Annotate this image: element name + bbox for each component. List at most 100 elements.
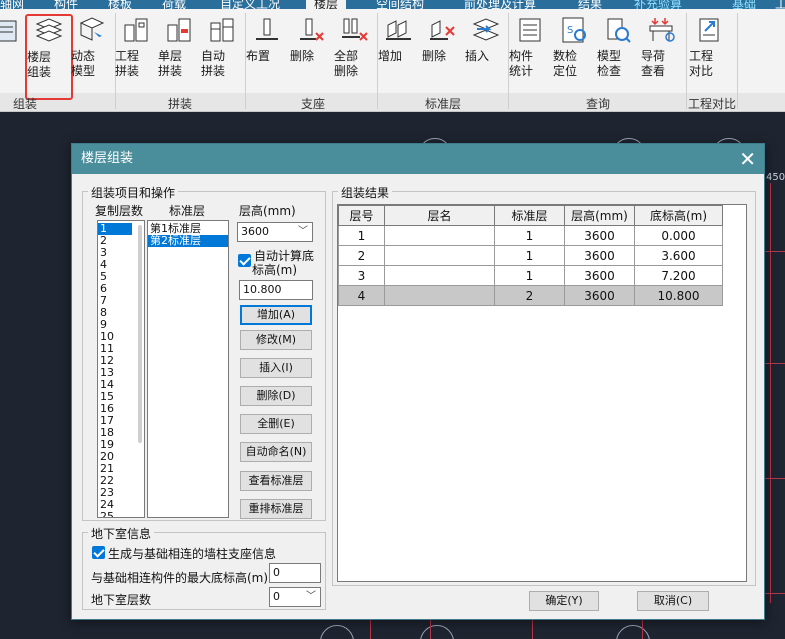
add-std-floor-button[interactable]: 增加 — [378, 15, 420, 95]
dynamic-model-icon — [79, 17, 105, 41]
delete-all-support-button[interactable]: 全部 删除 — [334, 15, 376, 95]
gen-support-label: 生成与基础相连的墙柱支座信息 — [108, 547, 277, 561]
delete-support-icon — [300, 18, 324, 41]
modify-button[interactable]: 修改(M) — [240, 330, 312, 350]
col-elevation[interactable]: 底标高(m) — [634, 205, 723, 226]
project-assemble-button[interactable]: 工程 拼装 — [115, 15, 157, 95]
floor-assembly-button[interactable]: 楼层 组装 — [25, 14, 73, 100]
cell-std[interactable]: 2 — [494, 285, 565, 306]
cell-elevation[interactable]: 10.800 — [634, 285, 723, 306]
menu-tab-preprocess[interactable]: 前处理及计算 — [464, 0, 536, 9]
menu-tab-supplement-check[interactable]: 补充验算 — [634, 0, 682, 9]
component-stats-button[interactable]: 构件 统计 — [509, 15, 551, 95]
result-table[interactable]: 层号 层名 标准层 层高(mm) 底标高(m) 1 1 3600 0.000 2 1 360… — [337, 204, 747, 582]
gen-support-checkbox[interactable] — [92, 546, 105, 559]
menu-tab-custom-case[interactable]: 自定义工况 — [220, 0, 280, 9]
menu-tab-more[interactable]: 工 — [775, 0, 785, 9]
menu-tab-components[interactable]: 构件 — [54, 0, 78, 9]
copy-count-list[interactable]: 1 2 3 4 5 6 7 8 9 10 11 12 13 14 15 16 17 18 19 20 21 22 23 24 2… — [97, 220, 145, 518]
basement-legend: 地下室信息 — [88, 525, 155, 542]
dynamic-model-button[interactable]: 动态 模型 — [71, 15, 113, 95]
table-row[interactable]: 3 1 3600 7.200 — [338, 265, 723, 286]
cell-height[interactable]: 3600 — [564, 245, 635, 266]
load-transfer-view-icon — [649, 18, 675, 42]
cell-name[interactable] — [384, 245, 495, 266]
group-label-project-compare: 工程对比 — [687, 97, 736, 111]
auto-name-button[interactable]: 自动命名(N) — [240, 442, 312, 462]
ops-group: 组装项目和操作 复制层数 1 2 3 4 5 6 7 8 9 10 11 12 13 14 15 16 17 18… — [82, 184, 326, 521]
auto-assemble-button[interactable]: 自动 拼装 — [201, 15, 243, 95]
cell-name[interactable] — [384, 285, 495, 306]
add-button[interactable]: 增加(A) — [240, 305, 312, 325]
place-support-icon — [256, 18, 278, 40]
cell-std[interactable]: 1 — [494, 225, 565, 246]
cell-name[interactable] — [384, 265, 495, 286]
group-label-assembly: 组装 — [12, 97, 37, 111]
cell-std[interactable]: 1 — [494, 265, 565, 286]
menu-tab-results[interactable]: 结果 — [578, 0, 602, 9]
reorder-std-floor-button[interactable]: 重排标准层 — [240, 499, 312, 519]
menu-tab-space-structure[interactable]: 空间结构 — [376, 0, 424, 9]
cell-height[interactable]: 3600 — [564, 265, 635, 286]
col-floor[interactable]: 层号 — [338, 205, 385, 226]
copy-count-label: 复制层数 — [95, 204, 144, 218]
menu-tab-foundation[interactable]: 基础 — [732, 0, 756, 9]
menu-tab-slab[interactable]: 楼板 — [108, 0, 132, 9]
model-check-button[interactable]: 模型 检查 — [597, 15, 639, 95]
cell-floor[interactable]: 4 — [338, 285, 385, 306]
cell-elevation[interactable]: 7.200 — [634, 265, 723, 286]
col-std[interactable]: 标准层 — [494, 205, 565, 226]
cell-height[interactable]: 3600 — [564, 225, 635, 246]
list-item[interactable]: 25 — [98, 511, 132, 518]
elevation-input[interactable]: 10.800 — [239, 280, 313, 300]
menu-tab-axis[interactable]: 轴网 — [0, 0, 24, 9]
std-floor-list[interactable]: 第1标准层 第2标准层 — [147, 220, 229, 518]
delete-all-button[interactable]: 全删(E) — [240, 414, 312, 434]
table-header-row: 层号 层名 标准层 层高(mm) 底标高(m) — [338, 205, 723, 226]
menu-tab-floor[interactable]: 楼层 — [306, 0, 347, 9]
single-floor-assemble-button[interactable]: 单层 拼装 — [158, 15, 200, 95]
col-name[interactable]: 层名 — [384, 205, 495, 226]
axis-dimension-text: 4500 — [766, 172, 785, 183]
cell-floor[interactable]: 2 — [338, 245, 385, 266]
delete-button[interactable]: 删除(D) — [240, 386, 312, 406]
add-std-floor-icon — [386, 20, 411, 40]
auto-calc-checkbox[interactable] — [238, 254, 251, 267]
close-icon[interactable]: ✕ — [739, 144, 756, 174]
place-support-button[interactable]: 布置 — [246, 15, 288, 95]
group-label-assemble: 拼装 — [167, 97, 192, 111]
floor-info-button[interactable]: 楼 息 — [0, 15, 28, 95]
table-row[interactable]: 4 2 3600 10.800 — [338, 285, 723, 306]
project-compare-button[interactable]: 工程 对比 — [689, 15, 731, 95]
cell-floor[interactable]: 1 — [338, 225, 385, 246]
table-row[interactable]: 2 1 3600 3.600 — [338, 245, 723, 266]
delete-support-button[interactable]: 删除 — [290, 15, 332, 95]
model-check-icon — [607, 18, 631, 43]
insert-std-floor-button[interactable]: 插入 — [465, 15, 507, 95]
cell-elevation[interactable]: 0.000 — [634, 225, 723, 246]
menu-tab-loads[interactable]: 荷载 — [162, 0, 186, 9]
delete-std-floor-button[interactable]: 删除 — [422, 15, 464, 95]
load-transfer-view-button[interactable]: 导荷 查看 — [641, 15, 683, 95]
scrollbar[interactable] — [138, 225, 142, 443]
col-height[interactable]: 层高(mm) — [564, 205, 635, 226]
cell-name[interactable] — [384, 225, 495, 246]
basement-count-select[interactable]: 0 ﹀ — [269, 587, 321, 607]
cell-std[interactable]: 1 — [494, 245, 565, 266]
height-select[interactable]: 3600 ﹀ — [237, 222, 313, 242]
cell-elevation[interactable]: 3.600 — [634, 245, 723, 266]
delete-std-floor-icon — [430, 20, 455, 40]
cell-height[interactable]: 3600 — [564, 285, 635, 306]
insert-button[interactable]: 插入(I) — [240, 358, 312, 378]
max-elev-input[interactable]: 0 — [269, 563, 321, 583]
group-label-std-floor: 标准层 — [424, 97, 461, 111]
cancel-button[interactable]: 取消(C) — [637, 591, 709, 611]
ok-button[interactable]: 确定(Y) — [529, 591, 599, 611]
dialog-title-bar: 楼层组装 ✕ — [72, 144, 764, 174]
table-row[interactable]: 1 1 3600 0.000 — [338, 225, 723, 246]
view-std-floor-button[interactable]: 查看标准层 — [240, 471, 312, 491]
data-check-locate-button[interactable]: S 数检 定位 — [553, 15, 595, 95]
height-label: 层高(mm) — [239, 204, 296, 218]
cell-floor[interactable]: 3 — [338, 265, 385, 286]
list-item[interactable]: 第2标准层 — [148, 235, 228, 247]
